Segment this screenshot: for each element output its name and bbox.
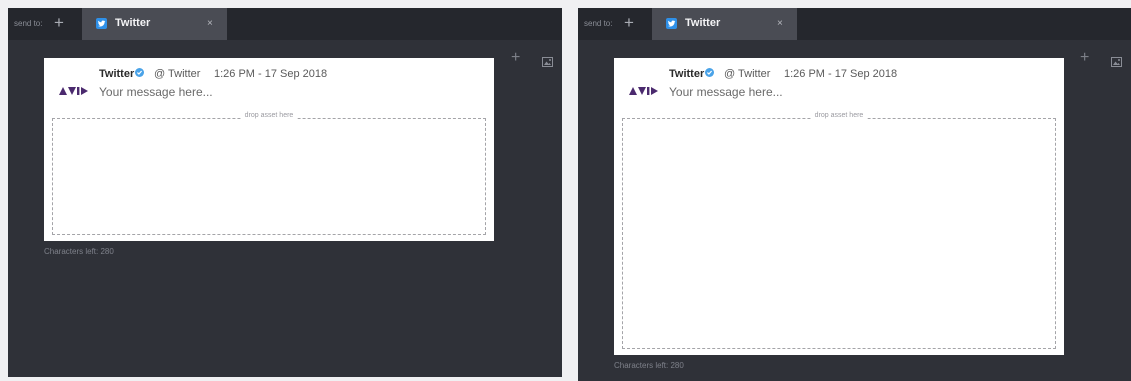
tweet-author: Twitter [99, 68, 145, 80]
avid-logo [59, 83, 89, 101]
add-destination-icon[interactable]: + [54, 14, 64, 31]
tweet-message-input[interactable]: Your message here... [669, 85, 783, 99]
twitter-icon [96, 18, 107, 29]
tab-twitter[interactable]: Twitter × [652, 8, 797, 40]
characters-left: Characters left: 280 [44, 247, 114, 256]
tweet-preview-card: Twitter @ Twitter 1:26 PM - 17 Sep 2018 … [44, 58, 494, 241]
close-icon[interactable]: × [207, 18, 213, 29]
tweet-handle: @ Twitter [154, 68, 201, 80]
tweet-timestamp: 1:26 PM - 17 Sep 2018 [214, 68, 328, 80]
twitter-icon [666, 18, 677, 29]
close-icon[interactable]: × [777, 18, 783, 29]
tab-label: Twitter [115, 17, 151, 29]
characters-left: Characters left: 280 [614, 361, 684, 370]
tab-twitter[interactable]: Twitter × [82, 8, 227, 40]
drop-zone-label: drop asset here [240, 112, 298, 119]
composer-panel-right: send to: + Twitter × + Twitter @ Twitter… [578, 8, 1131, 381]
composer-panel-left: send to: + Twitter × + Twitter @ Twitter… [8, 8, 562, 377]
add-icon[interactable]: + [511, 50, 520, 66]
verified-icon [135, 68, 145, 77]
destination-tab-bar: send to: + Twitter × [578, 8, 1131, 40]
tweet-timestamp: 1:26 PM - 17 Sep 2018 [784, 68, 898, 80]
send-to-label: send to: [584, 19, 613, 28]
add-icon[interactable]: + [1080, 50, 1089, 66]
verified-icon [705, 68, 715, 77]
image-icon[interactable] [542, 54, 553, 72]
asset-drop-zone[interactable]: drop asset here [622, 112, 1056, 349]
tweet-handle: @ Twitter [724, 68, 771, 80]
asset-drop-zone[interactable]: drop asset here [52, 112, 486, 235]
tab-label: Twitter [685, 17, 721, 29]
tweet-message-input[interactable]: Your message here... [99, 85, 213, 99]
destination-tab-bar: send to: + Twitter × [8, 8, 562, 40]
send-to-label: send to: [14, 19, 43, 28]
drop-zone-label: drop asset here [810, 112, 868, 119]
add-destination-icon[interactable]: + [624, 14, 634, 31]
avid-logo [629, 83, 659, 101]
tweet-author: Twitter [669, 68, 715, 80]
tweet-preview-card: Twitter @ Twitter 1:26 PM - 17 Sep 2018 … [614, 58, 1064, 355]
image-icon[interactable] [1111, 54, 1122, 72]
